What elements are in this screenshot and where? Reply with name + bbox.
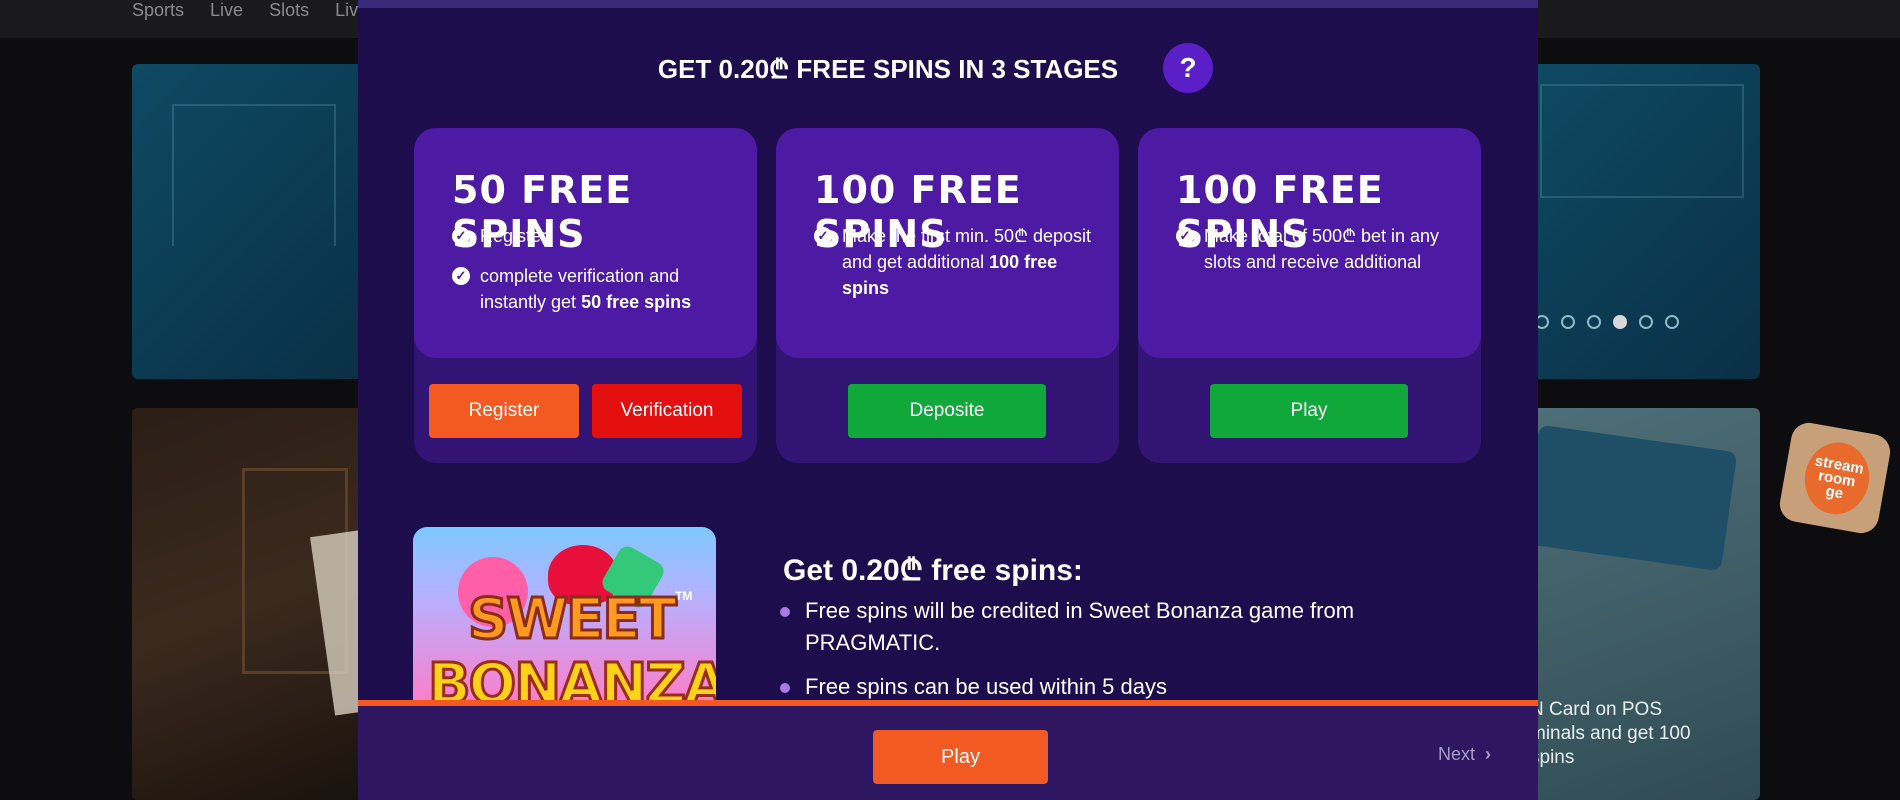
- sweet-bonanza-thumbnail[interactable]: SWEET TM BONANZA: [413, 527, 716, 707]
- carousel-dot-active[interactable]: [1613, 315, 1627, 329]
- next-link[interactable]: Next ›: [1438, 744, 1491, 765]
- free-spins-modal: GET 0.20₾ FREE SPINS IN 3 STAGES ? 50 FR…: [358, 0, 1538, 800]
- bullet-icon: [780, 683, 790, 693]
- check-icon: ✓: [452, 227, 470, 245]
- stage-list-item: ✓ complete verification and instantly get…: [452, 263, 732, 315]
- promo-text: N Card on POS minals and get 100 spins: [1530, 699, 1691, 768]
- check-icon: ✓: [1176, 227, 1194, 245]
- nav-link-slots[interactable]: Slots: [269, 0, 309, 22]
- stage-card-top: 100 FREE SPINS ✓ Make the first min. 50₾ …: [776, 128, 1119, 358]
- game-logo-line2: BONANZA: [426, 651, 716, 708]
- carousel-dots: [1535, 315, 1679, 329]
- banner-right[interactable]: [1530, 64, 1760, 379]
- info-list: Free spins will be credited in Sweet Bon…: [780, 595, 1420, 715]
- nav-link-live[interactable]: Live: [210, 0, 243, 22]
- nav-links: Sports Live Slots Liv: [132, 0, 358, 22]
- stage-list: ✓ Make total of 500₾ bet in any slots and…: [1176, 223, 1456, 289]
- verification-button[interactable]: Verification: [592, 384, 742, 438]
- stage-card-top: 50 FREE SPINS ✓ Register ✓ complete verifi…: [414, 128, 757, 358]
- chevron-right-icon: ›: [1485, 744, 1492, 764]
- help-button[interactable]: ?: [1163, 43, 1213, 93]
- info-title: Get 0.20₾ free spins:: [783, 554, 1083, 587]
- info-list-item: Free spins can be used within 5 days: [780, 671, 1420, 703]
- streamroom-badge[interactable]: stream room ge: [1777, 420, 1893, 536]
- stage-item-text: Register: [480, 226, 548, 246]
- footer-progress-line: [358, 700, 1538, 706]
- streamroom-logo: stream room ge: [1799, 437, 1875, 520]
- nav-link-sports[interactable]: Sports: [132, 0, 184, 22]
- stage-list-item: ✓ Register: [452, 223, 732, 249]
- banner-left[interactable]: [132, 64, 362, 379]
- play-button[interactable]: Play: [873, 730, 1048, 784]
- stage-list-item: ✓ Make the first min. 50₾ deposit and get…: [814, 223, 1094, 301]
- stage-list: ✓ Make the first min. 50₾ deposit and get…: [814, 223, 1094, 315]
- stage-card-1: 50 FREE SPINS ✓ Register ✓ complete verifi…: [414, 128, 757, 463]
- stage-card-2: 100 FREE SPINS ✓ Make the first min. 50₾ …: [776, 128, 1119, 463]
- stage-card-3: 100 FREE SPINS ✓ Make total of 500₾ bet i…: [1138, 128, 1481, 463]
- promo-banner-left[interactable]: [132, 408, 362, 800]
- game-logo-line1: SWEET: [467, 586, 679, 654]
- promo-banner-right[interactable]: N Card on POS minals and get 100 spins: [1530, 408, 1760, 800]
- register-button[interactable]: Register: [429, 384, 579, 438]
- info-item-text: Free spins can be used within 5 days: [805, 674, 1167, 699]
- modal-footer: Play Next ›: [358, 700, 1538, 800]
- stage-item-bold: 50 free spins: [581, 292, 692, 312]
- nav-link-live-casino[interactable]: Liv: [335, 0, 358, 22]
- carousel-dot[interactable]: [1587, 315, 1601, 329]
- play-stage-button[interactable]: Play: [1210, 384, 1408, 438]
- stage-list: ✓ Register ✓ complete verification and ins…: [452, 223, 732, 329]
- deposit-button[interactable]: Deposite: [848, 384, 1046, 438]
- next-label: Next: [1438, 744, 1476, 764]
- info-list-item: Free spins will be credited in Sweet Bon…: [780, 595, 1420, 659]
- modal-title: GET 0.20₾ FREE SPINS IN 3 STAGES: [657, 54, 1119, 84]
- carousel-dot[interactable]: [1561, 315, 1575, 329]
- carousel-dot[interactable]: [1665, 315, 1679, 329]
- check-icon: ✓: [814, 227, 832, 245]
- stage-card-top: 100 FREE SPINS ✓ Make total of 500₾ bet i…: [1138, 128, 1481, 358]
- stage-item-text: Make total of 500₾ bet in any slots and …: [1204, 226, 1440, 272]
- stage-list-item: ✓ Make total of 500₾ bet in any slots and…: [1176, 223, 1456, 275]
- banner-building: [172, 104, 336, 246]
- banner-building: [1540, 84, 1744, 198]
- info-item-text: Free spins will be credited in Sweet Bon…: [805, 598, 1355, 655]
- carousel-dot[interactable]: [1639, 315, 1653, 329]
- game-logo-tm: TM: [675, 589, 693, 603]
- bank-card-image: [1530, 424, 1738, 572]
- check-icon: ✓: [452, 267, 470, 285]
- modal-top-border: [358, 0, 1538, 8]
- bullet-icon: [780, 607, 790, 617]
